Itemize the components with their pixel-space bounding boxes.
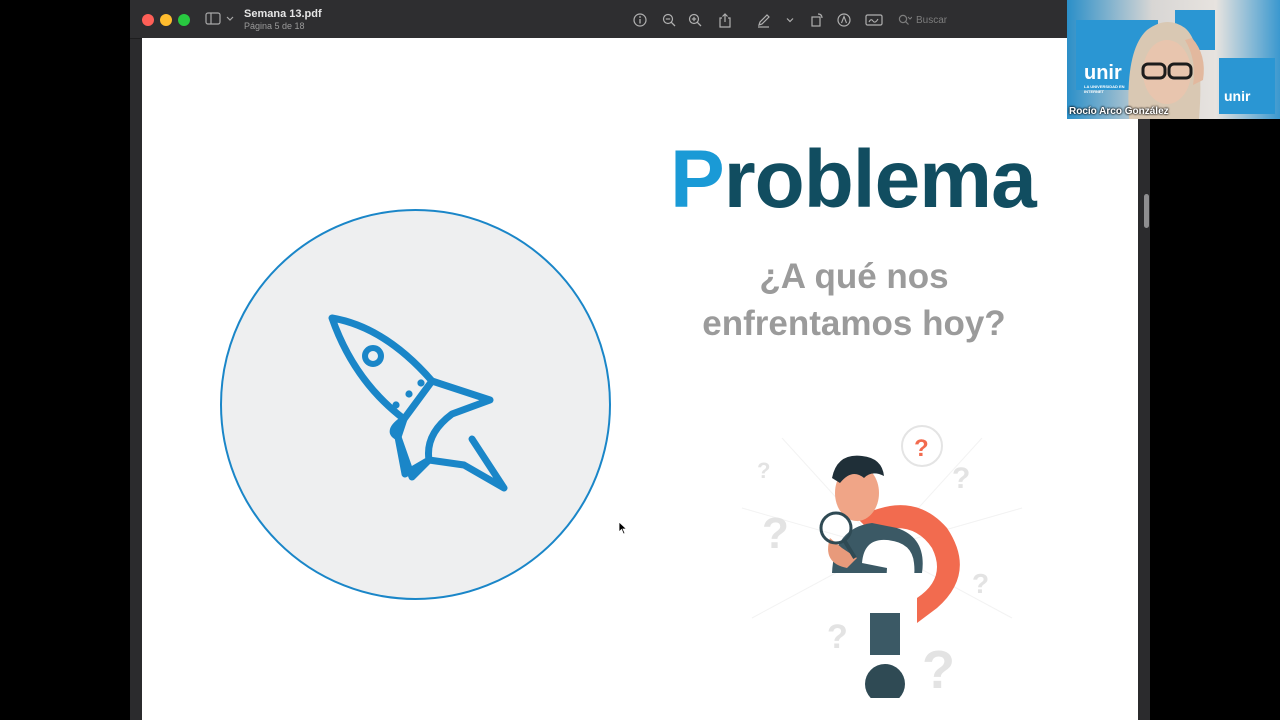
- annotate-button[interactable]: [835, 11, 853, 29]
- sidebar-icon: [205, 12, 234, 25]
- heading-rest: roblema: [723, 134, 1037, 225]
- rotate-icon: [811, 13, 823, 27]
- pdf-page[interactable]: Problema ¿A qué nos enfrentamos hoy? ? ?…: [142, 38, 1138, 720]
- markup-menu-button[interactable]: [781, 11, 799, 29]
- info-button[interactable]: [631, 11, 649, 29]
- svg-text:?: ?: [914, 435, 929, 462]
- pdf-viewer-window: Semana 13.pdf Página 5 de 18 Buscar Prob…: [130, 0, 1150, 720]
- minimize-window-button[interactable]: [160, 14, 172, 26]
- zoom-out-icon: [662, 13, 676, 27]
- close-window-button[interactable]: [142, 14, 154, 26]
- svg-text:?: ?: [827, 618, 848, 656]
- participant-video-tile[interactable]: unir LA UNIVERSIDAD EN INTERNET unir Roc…: [1067, 0, 1280, 119]
- fullscreen-window-button[interactable]: [178, 14, 190, 26]
- zoom-in-button[interactable]: [686, 11, 704, 29]
- sidebar-toggle-button[interactable]: [204, 11, 238, 27]
- heading-accent-letter: P: [670, 134, 725, 225]
- markup-button[interactable]: [754, 11, 772, 29]
- share-icon: [719, 12, 731, 28]
- search-field[interactable]: Buscar: [898, 11, 1028, 29]
- search-placeholder: Buscar: [916, 14, 948, 26]
- svg-text:?: ?: [922, 640, 955, 698]
- search-icon: [898, 14, 912, 25]
- svg-text:?: ?: [952, 462, 970, 495]
- mouse-cursor-icon: [618, 521, 628, 535]
- scrollbar-track[interactable]: [1142, 38, 1150, 720]
- participant-name: Rocío Arco González: [1069, 106, 1169, 117]
- info-icon: [633, 13, 647, 27]
- chevron-down-icon: [786, 18, 794, 23]
- signature-icon: [865, 14, 883, 26]
- scrollbar-thumb[interactable]: [1144, 194, 1149, 228]
- svg-text:?: ?: [762, 509, 789, 558]
- participant-face: [1128, 21, 1204, 119]
- thinking-person-illustration: ? ? ? ? ? ? ?: [741, 425, 1023, 698]
- zoom-in-icon: [688, 13, 702, 27]
- svg-text:?: ?: [972, 568, 989, 599]
- rocket-icon: [328, 314, 507, 491]
- rocket-circle: [220, 209, 611, 600]
- slide-heading: Problema: [670, 133, 1037, 227]
- share-button[interactable]: [716, 11, 734, 29]
- page-indicator: Página 5 de 18: [244, 21, 305, 31]
- title-bar: Semana 13.pdf Página 5 de 18 Buscar: [130, 0, 1150, 39]
- rotate-button[interactable]: [808, 11, 826, 29]
- svg-text:?: ?: [757, 458, 770, 483]
- zoom-out-button[interactable]: [660, 11, 678, 29]
- annotate-icon: [837, 13, 851, 27]
- document-title: Semana 13.pdf: [244, 8, 322, 20]
- signature-button[interactable]: [865, 11, 883, 29]
- slide-subheading: ¿A qué nos enfrentamos hoy?: [702, 257, 1006, 343]
- markup-pen-icon: [757, 13, 770, 28]
